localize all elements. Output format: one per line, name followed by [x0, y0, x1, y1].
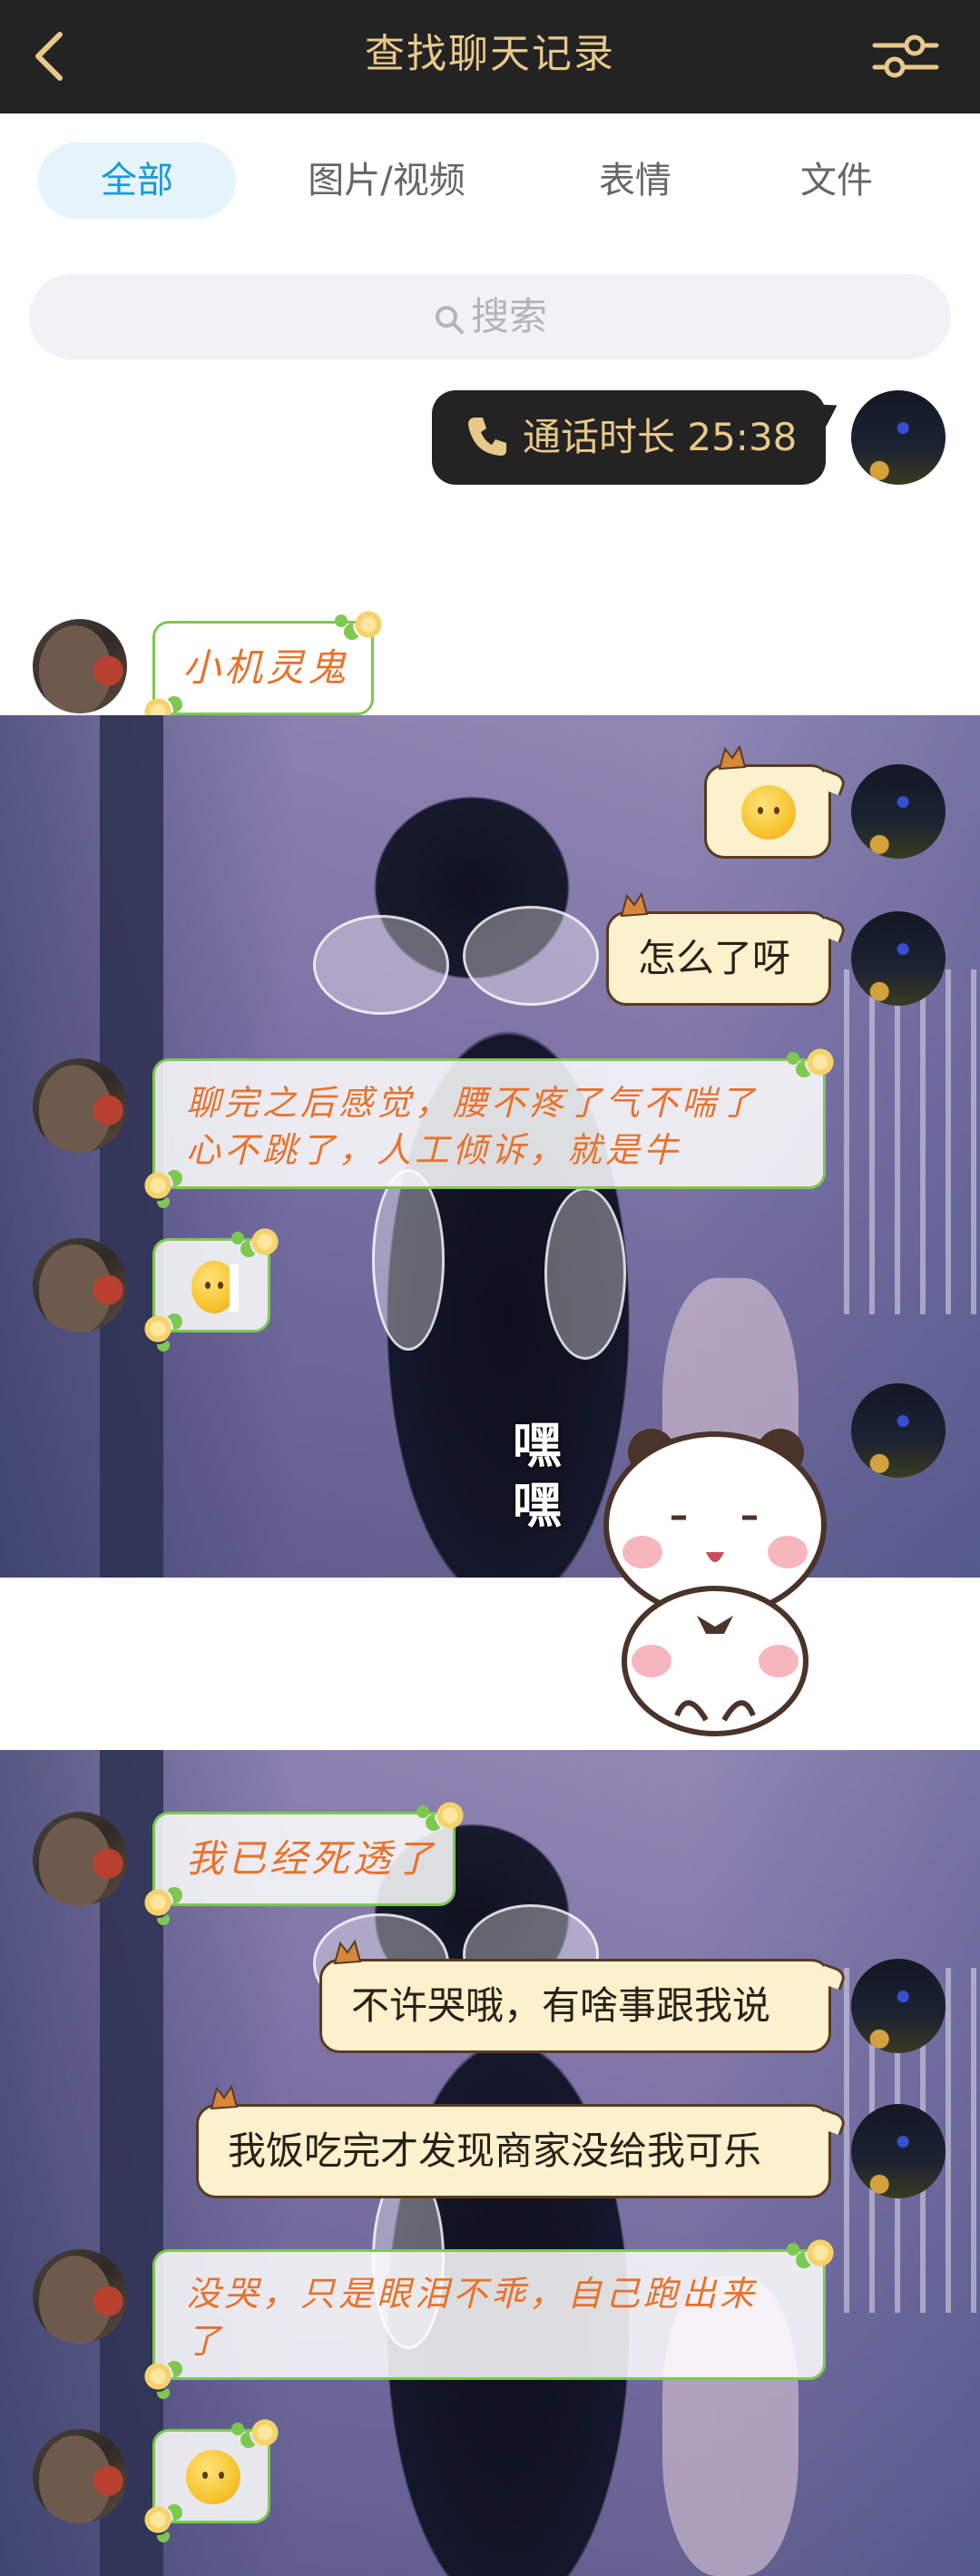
cat-ear-icon — [620, 891, 649, 918]
sticker-caption: 嘿 — [513, 1477, 562, 1534]
avatar-contact[interactable] — [33, 1058, 127, 1153]
message-text: 我已经死透了 — [186, 1836, 437, 1881]
smiling-face-emoji — [741, 785, 796, 840]
grinning-face-emoji — [186, 2450, 240, 2504]
message-bubble[interactable]: 怎么了呀 — [606, 891, 848, 1006]
message-text-line: 没哭，只是眼泪不乖，自己跑出来 — [186, 2274, 759, 2314]
avatar-contact[interactable] — [33, 1812, 127, 1906]
message-text: 不许哭哦，有啥事跟我说 — [351, 1983, 771, 2028]
page-title: 查找聊天记录 — [365, 31, 615, 77]
message-text: 我饭吃完才发现商家没给我可乐 — [228, 2129, 762, 2173]
cat-ear-icon — [718, 744, 747, 771]
message-bubble[interactable]: 我饭吃完才发现商家没给我可乐 — [196, 2084, 848, 2198]
avatar-self[interactable] — [851, 911, 946, 1006]
call-duration-bubble[interactable]: 通话时长 25:38 — [432, 390, 844, 485]
message-bubble[interactable]: 我已经死透了 — [142, 1800, 466, 1918]
avatar-contact[interactable] — [33, 2429, 127, 2523]
panda-bear-icon — [603, 1429, 827, 1736]
search-placeholder: 搜索 — [470, 294, 547, 339]
sliders-icon[interactable] — [869, 27, 942, 85]
search-input[interactable]: 搜索 — [29, 274, 951, 359]
call-duration-text: 通话时长 25:38 — [523, 415, 798, 459]
sticker-caption: 嘿 — [513, 1417, 562, 1474]
avatar-self[interactable] — [851, 2104, 946, 2198]
message-text: 怎么了呀 — [638, 936, 791, 980]
tab-bar: 全部 图片/视频 表情 文件 — [0, 113, 980, 250]
message-text-line: 心不跳了，人工倾诉，就是牛 — [186, 1130, 682, 1170]
message-bubble[interactable]: 聊完之后感觉，腰不疼了气不喘了 心不跳了，人工倾诉，就是牛 — [142, 1047, 836, 1201]
message-bubble[interactable]: 小机灵鬼 — [142, 609, 384, 727]
tab-all[interactable]: 全部 — [38, 143, 236, 219]
sticker-bubble[interactable] — [704, 744, 848, 859]
top-bar: 查找聊天记录 — [0, 0, 980, 113]
avatar-contact[interactable] — [33, 2249, 127, 2344]
cat-ear-icon — [210, 2084, 239, 2110]
message-text: 小机灵鬼 — [182, 645, 350, 690]
avatar-self[interactable] — [851, 390, 946, 485]
sticker-bubble[interactable] — [142, 2417, 280, 2535]
tab-stickers[interactable]: 表情 — [563, 143, 708, 219]
tab-images-videos[interactable]: 图片/视频 — [289, 143, 485, 219]
avatar-contact[interactable] — [33, 619, 127, 713]
cat-ear-icon — [333, 1939, 362, 1965]
phone-icon — [468, 418, 506, 456]
message-bubble[interactable]: 不许哭哦，有啥事跟我说 — [319, 1939, 848, 2053]
message-text-line: 聊完之后感觉，腰不疼了气不喘了 — [186, 1083, 759, 1123]
sticker-bubble[interactable] — [142, 1226, 280, 1344]
message-text-line: 了 — [186, 2321, 225, 2361]
avatar-self[interactable] — [851, 1959, 946, 2053]
avatar-self[interactable] — [851, 764, 946, 859]
avatar-contact[interactable] — [33, 1238, 127, 1332]
message-bubble[interactable]: 没哭，只是眼泪不乖，自己跑出来 了 — [142, 2237, 836, 2392]
tab-files[interactable]: 文件 — [764, 143, 909, 219]
search-icon — [435, 305, 464, 334]
